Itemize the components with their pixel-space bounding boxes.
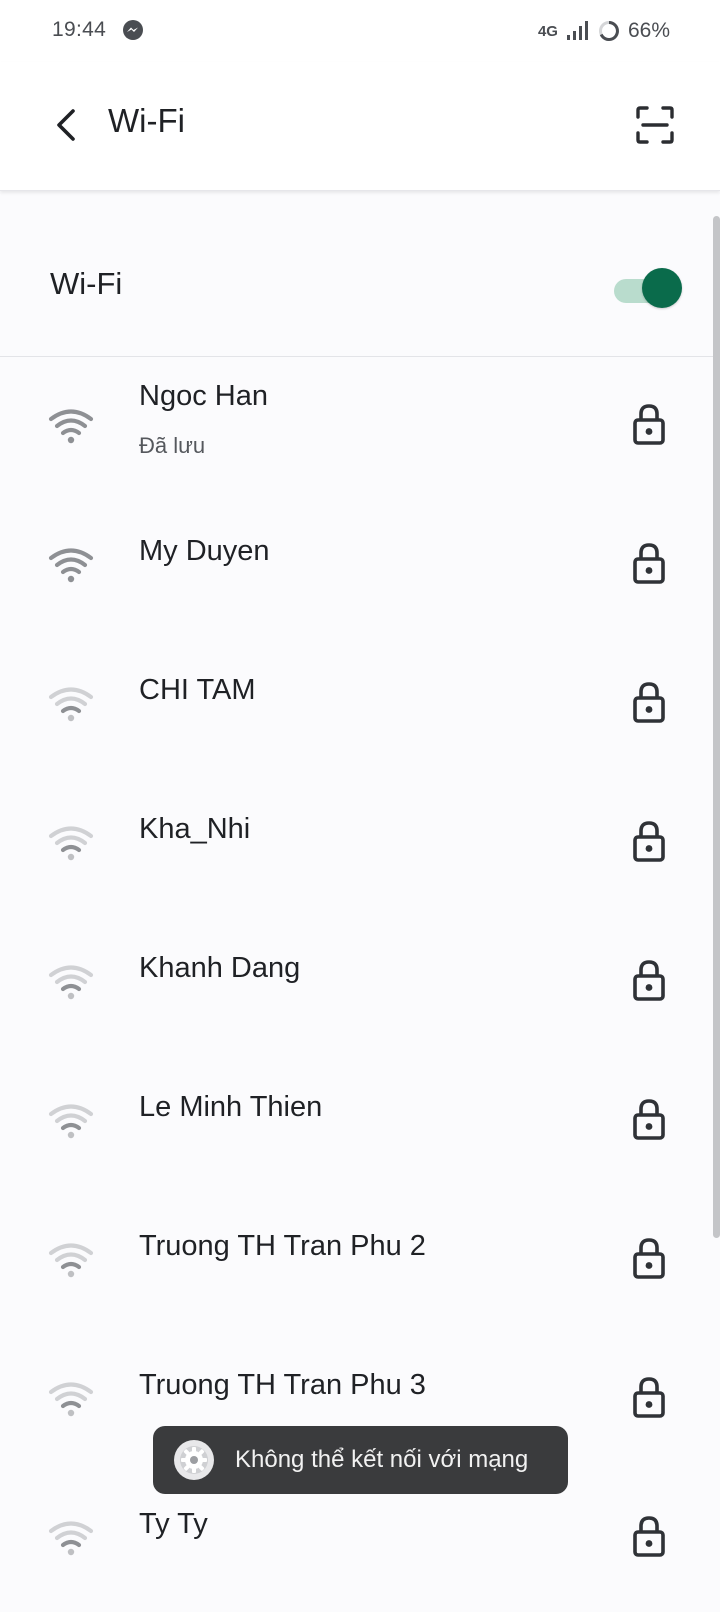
wifi-arc [48,1521,94,1534]
battery-icon [598,21,619,41]
network-type: 4G [537,22,558,40]
status-icons: 4G 66% [538,17,670,45]
wifi-arc [54,1113,88,1124]
wifi-arc [54,835,88,846]
wifi-dot [67,436,75,444]
network-name: Truong TH Tran Phu 2 [139,1230,426,1262]
lock-icon [633,960,665,1001]
wifi-dot [67,853,75,861]
wifi-dot [67,714,75,722]
toast-message: Không thể kết nối với mạng [235,1446,529,1473]
wifi-arc [60,1261,82,1270]
wifi-arc [48,965,94,978]
network-name: Khanh Dang [139,952,301,984]
network-name: Kha_Nhi [139,813,251,845]
status-time: 19:44 [52,18,107,41]
messenger-icon [123,20,143,40]
wifi-arc [54,974,88,985]
network-name: My Duyen [139,535,270,567]
wifi-signal-icon [48,548,94,583]
wifi-signal-icon [48,826,94,861]
wifi-signal-icon [48,1382,94,1417]
wifi-arc [48,687,94,700]
network-name: Le Minh Thien [139,1091,323,1123]
wifi-arc [54,1391,88,1402]
network-status: Đã lưu [139,433,206,458]
wifi-signal-icon [48,687,94,722]
lock-icon [633,1516,665,1557]
battery-percent: 66% [627,19,670,42]
network-item[interactable]: Khanh Dang [0,914,720,1053]
network-item[interactable]: Ngoc Han Đã lưu [0,358,720,497]
wifi-arc [60,983,82,992]
wifi-dot [67,1270,75,1278]
wifi-switch[interactable] [614,268,682,308]
wifi-arc [48,548,94,561]
wifi-arc [48,1104,94,1117]
lock-icon [633,404,665,445]
network-name: Truong TH Tran Phu 3 [139,1369,426,1401]
network-item[interactable]: My Duyen [0,497,720,636]
wifi-arc [60,427,82,436]
lock-icon [633,1238,665,1279]
toast-notification: Không thể kết nối với mạng [153,1426,568,1494]
wifi-arc [60,566,82,575]
wifi-arc [54,1252,88,1263]
page-title: Wi-Fi [108,102,185,139]
network-item[interactable]: Kha_Nhi [0,775,720,914]
wifi-arc [54,1530,88,1541]
settings-gear-icon [174,1440,214,1480]
wifi-arc [48,826,94,839]
wifi-toggle-label: Wi-Fi [50,266,123,301]
network-item[interactable]: Le Minh Thien [0,1053,720,1192]
wifi-dot [67,1409,75,1417]
app-bar: Wi-Fi [0,62,720,191]
wifi-signal-icon [48,1521,94,1556]
wifi-arc [60,1400,82,1409]
network-list: Ngoc Han Đã lưu My Duyen CHI TAM Kha_Nhi… [0,358,720,1609]
scan-qr-button[interactable] [630,100,680,150]
network-name: CHI TAM [139,674,256,706]
back-button[interactable] [44,98,88,152]
lock-icon [633,543,665,584]
wifi-dot [67,575,75,583]
qr-scan-icon [636,106,674,144]
wifi-arc [48,1243,94,1256]
wifi-signal-icon [48,965,94,1000]
network-item[interactable]: CHI TAM [0,636,720,775]
wifi-toggle-row[interactable]: Wi-Fi [0,192,720,357]
lock-icon [633,821,665,862]
wifi-switch-thumb [642,268,682,308]
wifi-arc [54,696,88,707]
lock-icon [633,1377,665,1418]
wifi-dot [67,1548,75,1556]
wifi-arc [60,1122,82,1131]
wifi-dot [67,1131,75,1139]
lock-icon [633,682,665,723]
wifi-signal-icon [48,1104,94,1139]
wifi-arc [60,1539,82,1548]
wifi-signal-icon [48,409,94,444]
wifi-arc [48,409,94,422]
lock-icon [633,1099,665,1140]
wifi-arc [48,1382,94,1395]
wifi-signal-icon [48,1243,94,1278]
wifi-arc [54,557,88,568]
status-bar: 19:44 4G 66% [0,0,720,62]
network-name: Ngoc Han [139,380,268,412]
network-name: Ty Ty [139,1508,208,1540]
wifi-arc [60,705,82,714]
signal-icon [566,21,588,40]
back-arrow-icon [57,109,75,141]
wifi-arc [60,844,82,853]
network-item[interactable]: Truong TH Tran Phu 2 [0,1192,720,1331]
wifi-dot [67,992,75,1000]
wifi-arc [54,418,88,429]
